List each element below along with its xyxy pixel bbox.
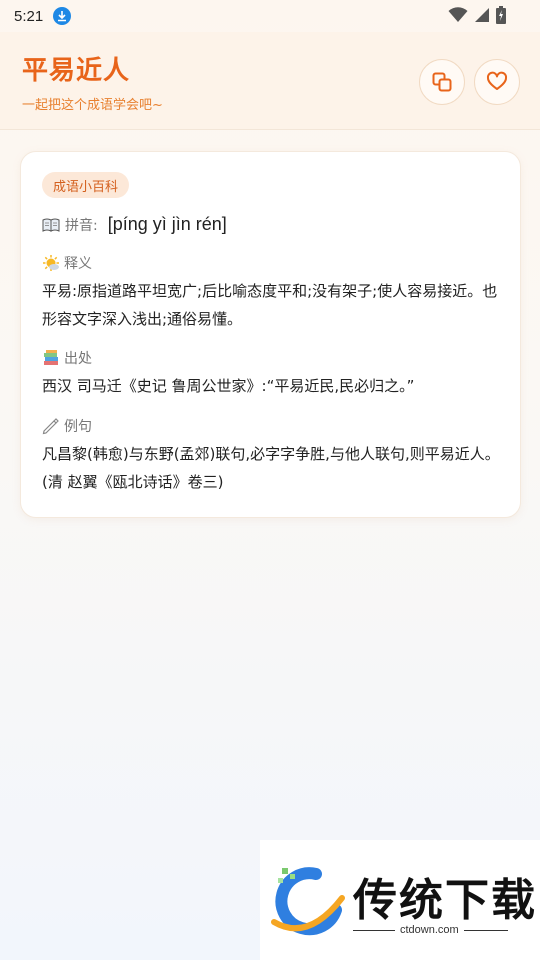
source-text: 西汉 司马迁《史记 鲁周公世家》:“平易近民,民必归之。” — [42, 377, 415, 395]
book-icon — [42, 218, 60, 232]
status-icons — [448, 6, 506, 24]
source-label-row: 出处 — [42, 348, 92, 368]
pencil-icon — [42, 418, 59, 435]
category-tag: 成语小百科 — [42, 172, 130, 198]
books-icon — [44, 350, 58, 365]
copy-button[interactable] — [419, 59, 465, 105]
brand-name: 传统下载 — [353, 875, 537, 926]
example-text: 凡昌黎(韩愈)与东野(孟郊)联句,必字字争胜,与他人联句,则平易近人。(清 赵翼… — [42, 445, 500, 491]
battery-icon — [496, 6, 506, 24]
example-label-row: 例句 — [42, 416, 92, 436]
download-icon — [53, 7, 72, 25]
pinyin-row: 拼音: [píng yì jìn rén] — [42, 214, 227, 235]
divider — [353, 930, 395, 931]
signal-icon — [475, 8, 489, 22]
page-subtitle: 一起把这个成语学会吧~ — [22, 98, 163, 113]
brand-url: ctdown.com — [400, 924, 459, 936]
status-time: 5:21 — [14, 7, 44, 25]
source-label: 出处 — [64, 351, 92, 367]
status-bar: 5:21 — [0, 0, 540, 32]
example-label: 例句 — [64, 419, 92, 435]
idiom-card: 成语小百科 拼音: [píng yì jìn rén] 释义 平易:原指道路平坦… — [20, 151, 521, 518]
sun-icon — [43, 255, 59, 271]
pinyin-value: [píng yì jìn rén] — [107, 214, 227, 234]
favorite-button[interactable] — [474, 59, 520, 105]
page-header: 平易近人 一起把这个成语学会吧~ — [0, 32, 540, 130]
pinyin-label: 拼音: — [65, 217, 98, 234]
meaning-label-row: 释义 — [42, 253, 92, 273]
watermark: 传统下载 ctdown.com — [260, 840, 540, 960]
heart-icon — [486, 71, 508, 90]
brand-logo-icon — [271, 867, 345, 936]
meaning-text: 平易:原指道路平坦宽广;后比喻态度平和;没有架子;使人容易接近。也形容文字深入浅… — [42, 282, 498, 328]
meaning-label: 释义 — [64, 256, 92, 272]
divider — [464, 930, 508, 931]
wifi-icon — [448, 7, 468, 22]
copy-icon — [432, 72, 452, 92]
page-title: 平易近人 — [22, 56, 131, 86]
